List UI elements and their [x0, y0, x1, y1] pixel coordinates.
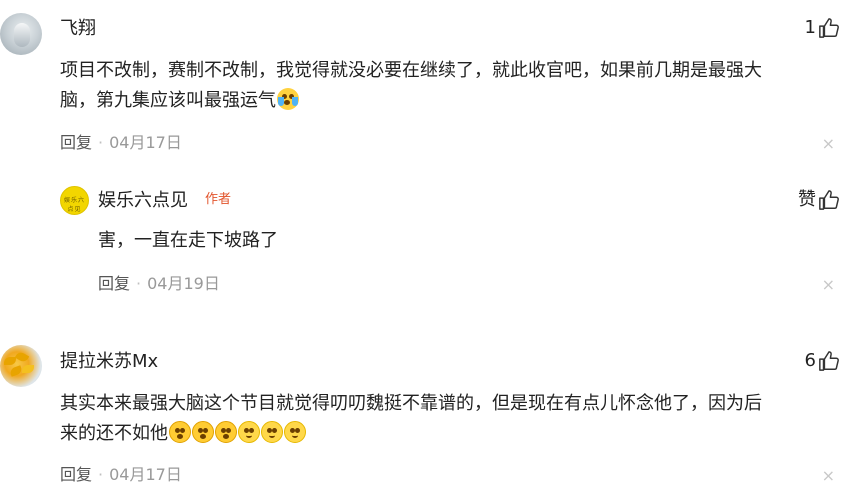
smiling-emoji [284, 421, 306, 443]
avatar[interactable] [0, 13, 42, 55]
separator-dot: · [98, 465, 104, 484]
avatar-text: 娱乐六点见 [63, 197, 85, 213]
separator-dot: · [98, 133, 104, 152]
reply-date: 04月19日 [147, 274, 220, 293]
comment-meta: 回复 · 04月17日 [60, 133, 182, 153]
like-count: 1 [804, 17, 816, 38]
smiling-emoji [238, 421, 260, 443]
avatar[interactable] [0, 345, 42, 387]
reply-text: 害，一直在走下坡路了 [98, 230, 278, 251]
smiling-emoji [261, 421, 283, 443]
comment-text-line: 项目不改制，赛制不改制，我觉得就没必要在继续了，就此收官吧，如果前几期是最强大 [60, 60, 762, 81]
comment-text-line: 其实本来最强大脑这个节目就觉得叨叨魏挺不靠谱的，但是现在有点儿怀念他了，因为后 [60, 393, 762, 414]
close-icon[interactable]: × [822, 468, 835, 484]
shocked-emoji [215, 421, 237, 443]
comment-date: 04月17日 [109, 133, 182, 152]
reply-button[interactable]: 回复 [60, 465, 92, 484]
comment-text-line: 来的还不如他 [60, 423, 168, 444]
close-icon[interactable]: × [822, 277, 835, 293]
thumbs-up-icon[interactable] [818, 17, 840, 39]
thumbs-up-icon[interactable] [818, 189, 840, 211]
separator-dot: · [136, 274, 142, 293]
comment-text-line-2: 来的还不如他 [60, 418, 306, 450]
author-tag: 作者 [205, 192, 232, 207]
reply-like-button[interactable]: 赞 [798, 189, 840, 211]
comment-text-line-2: 脑，第九集应该叫最强运气 [60, 85, 299, 117]
like-label: 赞 [798, 189, 816, 210]
like-button[interactable]: 6 [805, 350, 840, 372]
author-avatar[interactable]: 娱乐六点见 [60, 186, 89, 215]
thumbs-up-icon[interactable] [818, 350, 840, 372]
comment-date: 04月17日 [109, 465, 182, 484]
comment-meta: 回复 · 04月17日 [60, 465, 182, 485]
comment-text-line: 脑，第九集应该叫最强运气 [60, 90, 276, 111]
reply-button[interactable]: 回复 [60, 133, 92, 152]
shocked-emoji [192, 421, 214, 443]
shocked-emoji [169, 421, 191, 443]
crying-laughing-emoji [277, 88, 299, 110]
reply-meta: 回复 · 04月19日 [98, 274, 220, 294]
comment-username[interactable]: 飞翔 [60, 18, 96, 40]
like-count: 6 [804, 350, 816, 371]
reply-username[interactable]: 娱乐六点见 [98, 190, 188, 212]
close-icon[interactable]: × [822, 136, 835, 152]
reply-button[interactable]: 回复 [98, 274, 130, 293]
comment-username[interactable]: 提拉米苏Mx [60, 351, 158, 373]
like-button[interactable]: 1 [805, 17, 840, 39]
